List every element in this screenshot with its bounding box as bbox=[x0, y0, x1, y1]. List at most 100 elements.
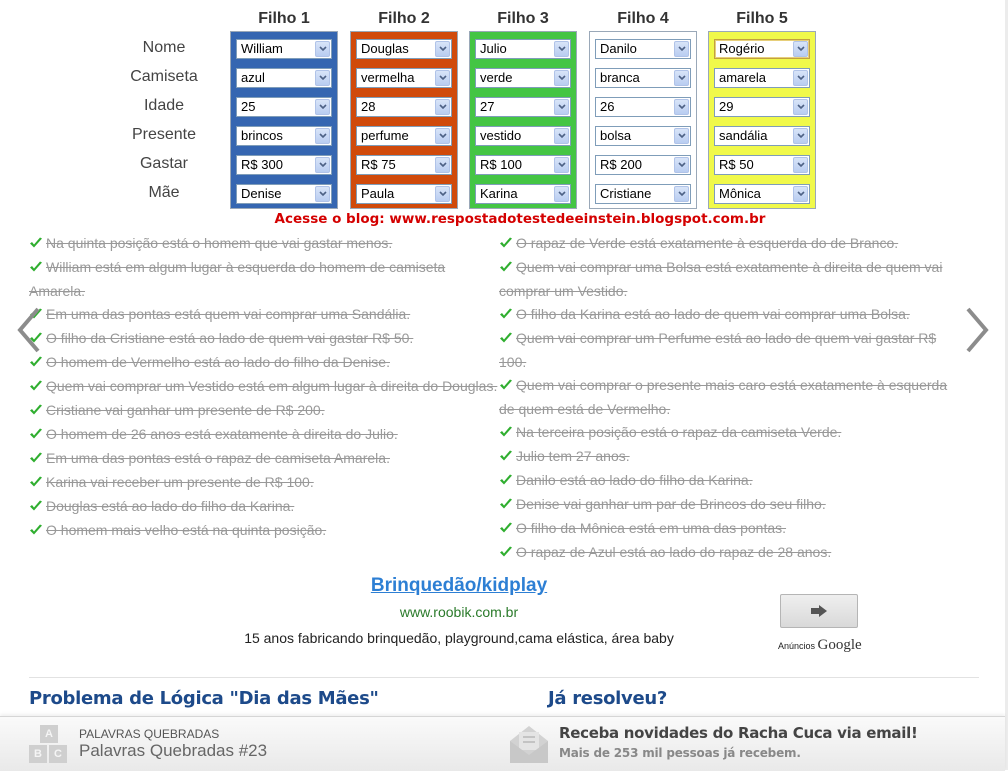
newsletter-title[interactable]: Receba novidades do Racha Cuca via email… bbox=[559, 724, 918, 742]
clue-text: Quem vai comprar o presente mais caro es… bbox=[499, 377, 948, 417]
dropdown-arrow-icon[interactable] bbox=[793, 99, 808, 115]
dropdown-arrow-icon[interactable] bbox=[315, 128, 330, 144]
blog-link-text[interactable]: Acesse o blog: www.respostadotestedeeins… bbox=[275, 211, 766, 227]
next-arrow-button[interactable] bbox=[962, 305, 992, 355]
clue-item[interactable]: Douglas está ao lado do filho da Karina. bbox=[29, 495, 499, 519]
dropdown-arrow-icon[interactable] bbox=[435, 41, 450, 57]
select-presente[interactable]: brincos bbox=[236, 126, 332, 146]
clue-item[interactable]: Denise vai ganhar um par de Brincos do s… bbox=[499, 493, 964, 517]
select-idade[interactable]: 26 bbox=[595, 97, 691, 117]
dropdown-arrow-icon[interactable] bbox=[554, 99, 569, 115]
game-title-link[interactable]: Palavras Quebradas #23 bbox=[79, 741, 267, 761]
dropdown-arrow-icon[interactable] bbox=[435, 128, 450, 144]
clue-text: O filho da Karina está ao lado de quem v… bbox=[516, 306, 910, 322]
clue-item[interactable]: Karina vai receber um presente de R$ 100… bbox=[29, 471, 499, 495]
ad-go-button[interactable] bbox=[780, 594, 858, 628]
clue-item[interactable]: O rapaz de Verde está exatamente à esque… bbox=[499, 232, 964, 256]
dropdown-arrow-icon[interactable] bbox=[674, 70, 689, 86]
select-camiseta[interactable]: verde bbox=[475, 68, 571, 88]
select-nome[interactable]: William bbox=[236, 39, 332, 59]
section-title-left[interactable]: Problema de Lógica "Dia das Mães" bbox=[29, 688, 379, 709]
dropdown-arrow-icon[interactable] bbox=[554, 41, 569, 57]
select-idade[interactable]: 25 bbox=[236, 97, 332, 117]
mail-envelope-icon[interactable] bbox=[508, 723, 550, 770]
select-idade[interactable]: 28 bbox=[356, 97, 452, 117]
dropdown-arrow-icon[interactable] bbox=[674, 128, 689, 144]
dropdown-arrow-icon[interactable] bbox=[554, 186, 569, 202]
clue-item[interactable]: Quem vai comprar um Perfume está ao lado… bbox=[499, 327, 964, 374]
select-nome[interactable]: Rogério bbox=[714, 39, 810, 59]
dropdown-arrow-icon[interactable] bbox=[793, 186, 808, 202]
clue-item[interactable]: O homem de Vermelho está ao lado do filh… bbox=[29, 351, 499, 375]
select-gastar[interactable]: R$ 200 bbox=[595, 155, 691, 175]
select-mae[interactable]: Paula bbox=[356, 184, 452, 204]
prev-arrow-button[interactable] bbox=[14, 305, 44, 355]
section-title-right[interactable]: Já resolveu? bbox=[548, 688, 667, 709]
select-mae[interactable]: Denise bbox=[236, 184, 332, 204]
ad-choices[interactable]: Anúncios Google bbox=[778, 637, 862, 654]
select-presente[interactable]: perfume bbox=[356, 126, 452, 146]
chevron-right-icon bbox=[966, 307, 989, 353]
dropdown-arrow-icon[interactable] bbox=[674, 157, 689, 173]
dropdown-arrow-icon[interactable] bbox=[435, 186, 450, 202]
clue-item[interactable]: O homem de 26 anos está exatamente à dir… bbox=[29, 423, 499, 447]
select-mae[interactable]: Mônica bbox=[714, 184, 810, 204]
dropdown-arrow-icon[interactable] bbox=[554, 70, 569, 86]
select-gastar[interactable]: R$ 100 bbox=[475, 155, 571, 175]
clue-item[interactable]: Quem vai comprar o presente mais caro es… bbox=[499, 374, 964, 421]
select-idade[interactable]: 27 bbox=[475, 97, 571, 117]
select-presente[interactable]: sandália bbox=[714, 126, 810, 146]
select-camiseta[interactable]: azul bbox=[236, 68, 332, 88]
dropdown-arrow-icon[interactable] bbox=[435, 70, 450, 86]
dropdown-arrow-icon[interactable] bbox=[315, 99, 330, 115]
dropdown-arrow-icon[interactable] bbox=[793, 157, 808, 173]
select-camiseta[interactable]: branca bbox=[595, 68, 691, 88]
dropdown-arrow-icon[interactable] bbox=[793, 70, 808, 86]
select-nome[interactable]: Julio bbox=[475, 39, 571, 59]
select-idade[interactable]: 29 bbox=[714, 97, 810, 117]
dropdown-arrow-icon[interactable] bbox=[315, 157, 330, 173]
dropdown-arrow-icon[interactable] bbox=[554, 157, 569, 173]
clue-item[interactable]: William está em algum lugar à esquerda d… bbox=[29, 256, 499, 303]
clue-item[interactable]: O filho da Karina está ao lado de quem v… bbox=[499, 303, 964, 327]
checkmark-icon bbox=[29, 257, 43, 280]
clue-item[interactable]: O filho da Cristiane está ao lado de que… bbox=[29, 327, 499, 351]
blog-link[interactable]: Acesse o blog: www.respostadotestedeeins… bbox=[0, 211, 1008, 227]
select-nome[interactable]: Danilo bbox=[595, 39, 691, 59]
clue-item[interactable]: Julio tem 27 anos. bbox=[499, 445, 964, 469]
clue-item[interactable]: Na terceira posição está o rapaz da cami… bbox=[499, 421, 964, 445]
clue-item[interactable]: O rapaz de Azul está ao lado do rapaz de… bbox=[499, 541, 964, 565]
dropdown-arrow-icon[interactable] bbox=[674, 41, 689, 57]
clue-item[interactable]: Cristiane vai ganhar um presente de R$ 2… bbox=[29, 399, 499, 423]
dropdown-arrow-icon[interactable] bbox=[674, 99, 689, 115]
select-mae[interactable]: Cristiane bbox=[595, 184, 691, 204]
select-presente[interactable]: vestido bbox=[475, 126, 571, 146]
dropdown-arrow-icon[interactable] bbox=[674, 186, 689, 202]
dropdown-arrow-icon[interactable] bbox=[435, 157, 450, 173]
clue-item[interactable]: O filho da Mônica está em uma das pontas… bbox=[499, 517, 964, 541]
select-camiseta[interactable]: vermelha bbox=[356, 68, 452, 88]
select-camiseta[interactable]: amarela bbox=[714, 68, 810, 88]
clue-item[interactable]: Em uma das pontas está o rapaz de camise… bbox=[29, 447, 499, 471]
select-gastar[interactable]: R$ 50 bbox=[714, 155, 810, 175]
select-gastar[interactable]: R$ 75 bbox=[356, 155, 452, 175]
dropdown-arrow-icon[interactable] bbox=[315, 41, 330, 57]
game-category[interactable]: PALAVRAS QUEBRADAS bbox=[79, 727, 219, 741]
dropdown-arrow-icon[interactable] bbox=[793, 41, 808, 57]
clue-item[interactable]: Quem vai comprar uma Bolsa está exatamen… bbox=[499, 256, 964, 303]
select-nome[interactable]: Douglas bbox=[356, 39, 452, 59]
clue-item[interactable]: O homem mais velho está na quinta posiçã… bbox=[29, 519, 499, 543]
select-mae[interactable]: Karina bbox=[475, 184, 571, 204]
select-gastar[interactable]: R$ 300 bbox=[236, 155, 332, 175]
dropdown-arrow-icon[interactable] bbox=[315, 70, 330, 86]
clue-item[interactable]: Em uma das pontas está quem vai comprar … bbox=[29, 303, 499, 327]
dropdown-arrow-icon[interactable] bbox=[554, 128, 569, 144]
clue-item[interactable]: Danilo está ao lado do filho da Karina. bbox=[499, 469, 964, 493]
dropdown-arrow-icon[interactable] bbox=[435, 99, 450, 115]
clue-item[interactable]: Quem vai comprar um Vestido está em algu… bbox=[29, 375, 499, 399]
dropdown-arrow-icon[interactable] bbox=[793, 128, 808, 144]
clue-item[interactable]: Na quinta posição está o homem que vai g… bbox=[29, 232, 499, 256]
dropdown-arrow-icon[interactable] bbox=[315, 186, 330, 202]
select-presente[interactable]: bolsa bbox=[595, 126, 691, 146]
checkmark-icon bbox=[499, 518, 513, 541]
